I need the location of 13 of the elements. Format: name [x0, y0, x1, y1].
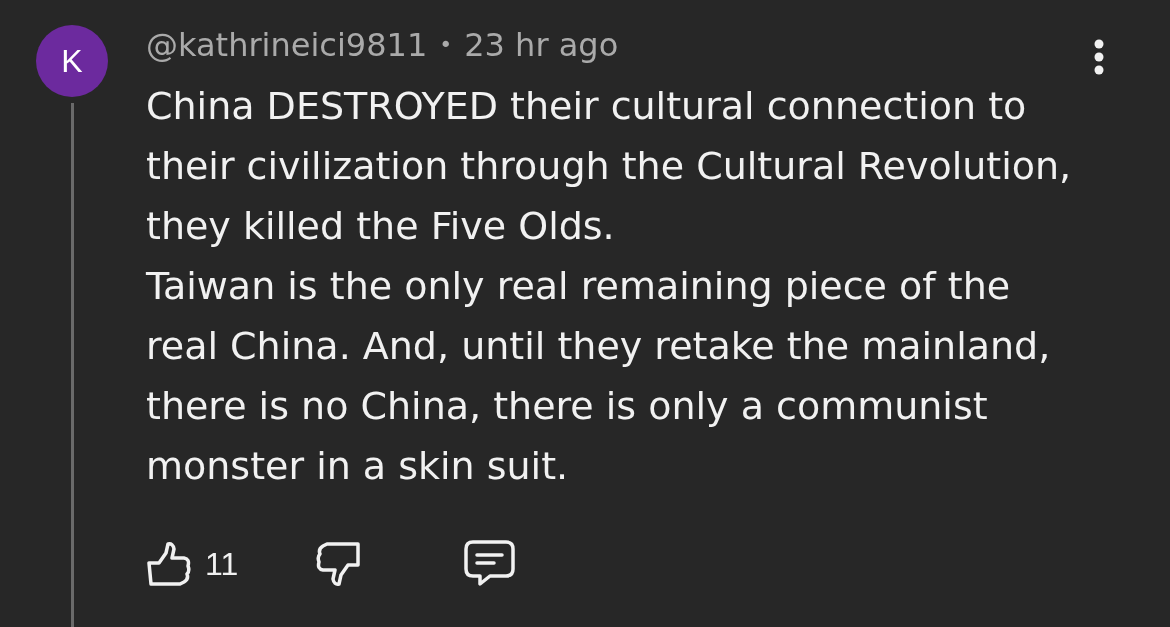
reply-button[interactable]: [464, 540, 516, 588]
thumbs-up-icon: [146, 541, 191, 587]
separator-dot: •: [439, 34, 453, 56]
more-options-icon: [1094, 39, 1104, 75]
menu-button[interactable]: [1094, 39, 1104, 75]
avatar[interactable]: K: [36, 25, 108, 97]
comment-time: 23 hr ago: [464, 29, 619, 61]
comment-text: China DESTROYED their cultural connection to their civilization through the Cultural Revolution, they killed the Five Olds. Taiwan is the only real remaining piece of the real China. And, until they retake the mainland, there is no China, there is only a communist monster in a skin suit.: [146, 83, 1073, 490]
author-handle[interactable]: @kathrineici9811: [146, 29, 428, 61]
dislike-button[interactable]: [316, 541, 362, 587]
comment-icon: [464, 540, 516, 588]
thumbs-down-icon: [316, 541, 362, 587]
like-button[interactable]: 11: [146, 541, 239, 587]
